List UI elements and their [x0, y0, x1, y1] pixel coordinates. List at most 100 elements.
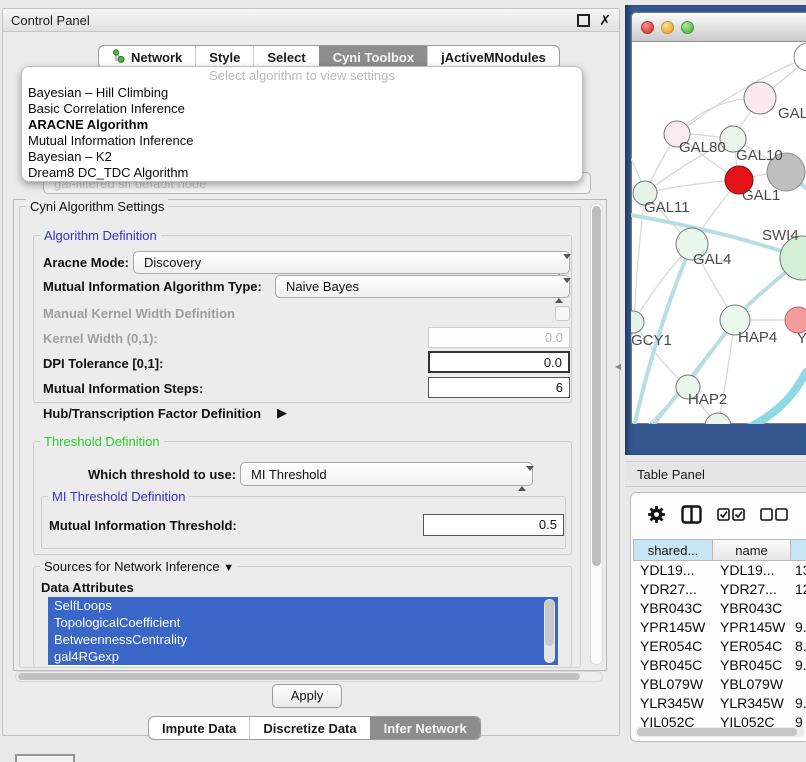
- svg-text:HAP4: HAP4: [738, 329, 777, 346]
- column-header-partial[interactable]: A: [791, 539, 806, 561]
- tab-style[interactable]: Style: [195, 46, 253, 68]
- close-traffic-light-icon[interactable]: [641, 21, 654, 34]
- close-icon[interactable]: ✗: [599, 13, 611, 27]
- tab-cyni-toolbox[interactable]: Cyni Toolbox: [319, 46, 427, 68]
- network-node-gal7[interactable]: [744, 82, 776, 114]
- tab-impute-data[interactable]: Impute Data: [149, 717, 249, 739]
- table-panel-header: Table Panel: [625, 461, 806, 487]
- svg-text:GCY1: GCY1: [631, 332, 672, 349]
- apply-button[interactable]: Apply: [272, 684, 342, 708]
- attribute-option[interactable]: BetweennessCentrality: [48, 631, 558, 648]
- svg-text:GAL4: GAL4: [693, 251, 731, 268]
- tab-network[interactable]: Network: [99, 46, 195, 68]
- tab-label: Infer Network: [384, 721, 467, 736]
- tab-infer-network[interactable]: Infer Network: [370, 717, 480, 739]
- float-window-icon[interactable]: [577, 14, 590, 27]
- collapsed-panel-icon[interactable]: [15, 754, 75, 762]
- splitter-collapse-icon[interactable]: ◀: [615, 362, 621, 371]
- mi-steps-field[interactable]: 6: [428, 377, 570, 398]
- network-edge-cyan: [748, 372, 806, 424]
- algorithm-option[interactable]: Basic Correlation Inference: [22, 101, 582, 117]
- table-cell: [791, 599, 806, 618]
- svg-text:Y: Y: [797, 330, 806, 347]
- horizontal-scrollbar[interactable]: [15, 671, 603, 682]
- tab-select[interactable]: Select: [253, 46, 318, 68]
- table-row[interactable]: YLR345WYLR345W9.: [633, 694, 806, 713]
- algorithm-option[interactable]: ARACNE Algorithm: [22, 117, 582, 133]
- scrollbar-thumb[interactable]: [592, 206, 601, 566]
- attribute-items: SelfLoopsTopologicalCoefficientBetweenne…: [48, 597, 558, 665]
- scrollbar-thumb[interactable]: [545, 600, 554, 646]
- table-row[interactable]: YDR27...YDR27...12: [633, 580, 806, 599]
- hub-definition-label: Hub/Transcription Factor Definition: [43, 406, 261, 421]
- split-columns-icon[interactable]: [681, 505, 702, 527]
- attribute-option[interactable]: gal4RGexp: [48, 648, 558, 665]
- aracne-mode-combo[interactable]: Discovery: [133, 251, 570, 274]
- algorithm-option[interactable]: Dream8 DC_TDC Algorithm: [22, 165, 582, 181]
- data-attributes-list: SelfLoopsTopologicalCoefficientBetweenne…: [48, 597, 558, 666]
- table-cell: YDR27...: [633, 580, 713, 599]
- mi-threshold-field[interactable]: 0.5: [423, 514, 564, 536]
- network-canvas[interactable]: GAL7 GAL80 GAL10 GAL1 GAL11 SWI4 GAL4 GC…: [631, 41, 806, 424]
- list-scrollbar[interactable]: [544, 599, 555, 663]
- svg-text:GAL1: GAL1: [742, 187, 780, 204]
- svg-text:GAL11: GAL11: [644, 199, 690, 216]
- algorithm-option[interactable]: Bayesian – Hill Climbing: [22, 85, 582, 101]
- collapse-arrow-icon[interactable]: ▼: [223, 562, 234, 574]
- table-cell: YBR043C: [633, 599, 713, 618]
- attribute-option[interactable]: SelfLoops: [48, 597, 558, 614]
- dpi-tolerance-field[interactable]: 0.0: [428, 351, 570, 373]
- gear-icon[interactable]: [647, 505, 666, 527]
- select-all-columns-icon[interactable]: [717, 508, 745, 524]
- tab-discretize-data[interactable]: Discretize Data: [249, 717, 369, 739]
- scrollbar-thumb[interactable]: [18, 673, 580, 680]
- manual-kernel-checkbox[interactable]: [555, 306, 570, 321]
- kernel-width-field[interactable]: 0.0: [428, 327, 570, 348]
- vertical-scrollbar[interactable]: [590, 203, 603, 665]
- table-cell: 8.: [791, 637, 806, 656]
- svg-text:GAL80: GAL80: [679, 139, 726, 156]
- table-cell: YER054C: [633, 637, 713, 656]
- table-panel-title: Table Panel: [637, 467, 705, 482]
- table-cell: YBL079W: [633, 675, 713, 694]
- network-node-gcy1[interactable]: [631, 311, 644, 333]
- tab-label: Select: [267, 50, 305, 65]
- mi-type-combo[interactable]: Naive Bayes: [275, 275, 570, 298]
- kernel-width-label: Kernel Width (0,1):: [43, 331, 158, 346]
- expand-arrow-icon[interactable]: ▶: [277, 405, 287, 421]
- algorithm-option[interactable]: Mutual Information Inference: [22, 133, 582, 149]
- algorithm-placeholder: Select algorithm to view settings: [22, 67, 582, 85]
- bottom-tab-bar: Impute Data Discretize Data Infer Networ…: [148, 716, 481, 740]
- table-toolbar: [631, 499, 806, 533]
- tab-jactivemnodules[interactable]: jActiveMNodules: [427, 46, 559, 68]
- minimize-traffic-light-icon[interactable]: [661, 21, 674, 34]
- tab-label: jActiveMNodules: [441, 50, 546, 65]
- tab-label: Style: [209, 50, 240, 65]
- scrollbar-thumb[interactable]: [637, 728, 797, 736]
- column-header-name[interactable]: name: [713, 539, 791, 561]
- control-panel-header: Control Panel ✗: [3, 9, 619, 32]
- table-row[interactable]: YPR145WYPR145W9.: [633, 618, 806, 637]
- stepper-arrows-icon: [555, 280, 564, 302]
- table-row[interactable]: YBL079WYBL079W: [633, 675, 806, 694]
- deselect-all-columns-icon[interactable]: [760, 508, 788, 524]
- table-row[interactable]: YBR043CYBR043C: [633, 599, 806, 618]
- table-panel: shared... name A YDL19...YDL19...13YDR27…: [630, 492, 806, 742]
- mi-steps-label: Mutual Information Steps:: [43, 381, 203, 396]
- node-table: shared... name A YDL19...YDL19...13YDR27…: [633, 539, 806, 732]
- svg-text:SWI4: SWI4: [762, 227, 799, 244]
- which-threshold-value: MI Threshold: [251, 467, 327, 482]
- attribute-option[interactable]: TopologicalCoefficient: [48, 614, 558, 631]
- column-header-shared-name[interactable]: shared...: [633, 539, 713, 561]
- table-row[interactable]: YBR045CYBR045C9.: [633, 656, 806, 675]
- table-row[interactable]: YDL19...YDL19...13: [633, 561, 806, 580]
- algorithm-option[interactable]: Bayesian – K2: [22, 149, 582, 165]
- network-node[interactable]: [794, 43, 806, 71]
- network-window-titlebar[interactable]: [632, 13, 806, 42]
- panel-title: Control Panel: [11, 13, 577, 28]
- sources-title: Sources for Network Inference: [44, 559, 220, 574]
- which-threshold-combo[interactable]: MI Threshold: [240, 462, 533, 486]
- table-horizontal-scrollbar[interactable]: [635, 727, 805, 737]
- table-row[interactable]: YER054CYER054C8.: [633, 637, 806, 656]
- zoom-traffic-light-icon[interactable]: [681, 21, 694, 34]
